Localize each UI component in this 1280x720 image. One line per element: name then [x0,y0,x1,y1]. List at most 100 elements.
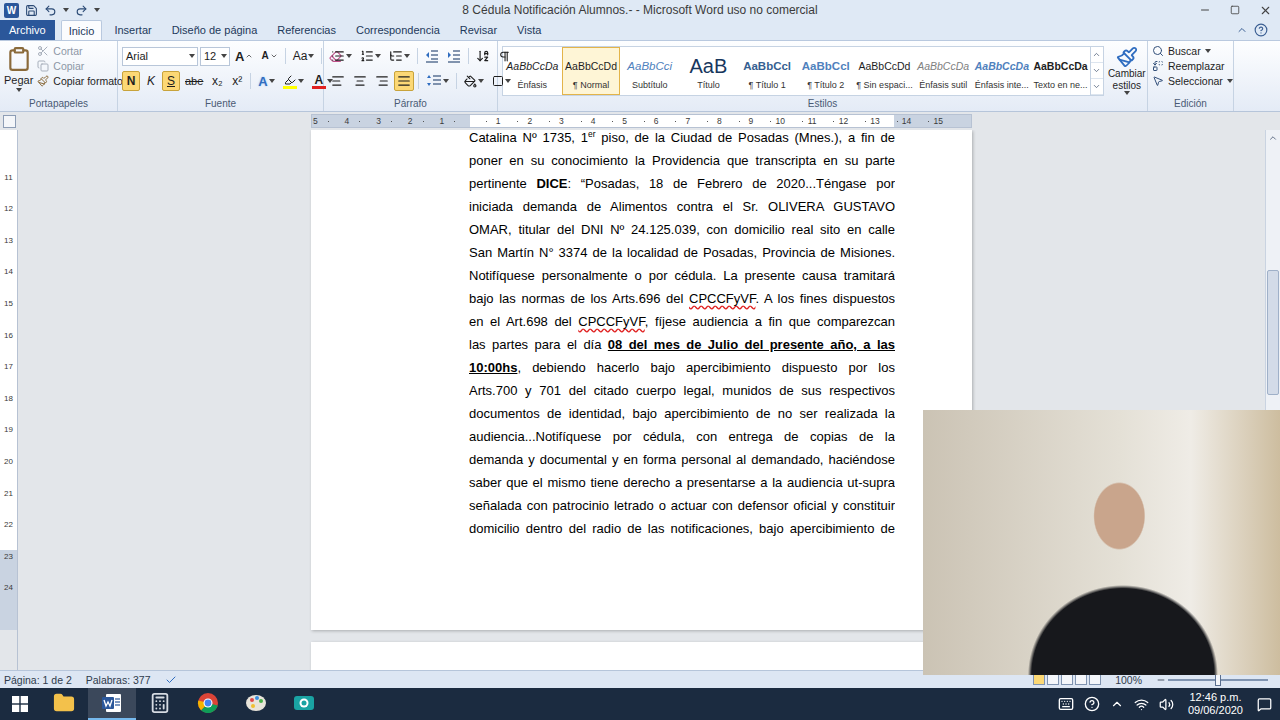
windows-start-icon[interactable] [12,696,28,712]
scroll-up-button[interactable] [1266,130,1280,145]
bullets-button[interactable] [328,46,355,66]
style-item[interactable]: AaBbCcDaÉnfasis [503,47,562,95]
dropdown-caret-icon[interactable] [221,54,227,58]
align-button[interactable] [394,71,414,91]
text-effects-button[interactable]: A [255,71,277,91]
style-item[interactable]: AaBbCcl¶ Título 2 [796,47,855,95]
align-right-icon[interactable] [375,74,389,88]
line-spacing-button[interactable] [423,71,452,91]
restore-icon[interactable] [1230,5,1240,15]
clipboard-item[interactable]: Copiar formato [37,75,122,87]
show-marks-button[interactable] [495,46,514,66]
taskbar-app[interactable] [40,688,88,720]
redo-icon[interactable] [75,4,88,17]
numbering-button[interactable] [357,46,384,66]
find-icon[interactable] [1152,45,1164,57]
dropdown-caret-icon[interactable] [189,54,195,58]
scroll-thumb[interactable] [1267,270,1279,395]
gallery-down-button[interactable] [1091,63,1103,79]
change-styles-icon[interactable] [1116,46,1138,68]
zoom-level[interactable]: 100% [1115,674,1142,686]
dropdown-caret-icon[interactable] [1205,49,1211,53]
file-tab[interactable]: Archivo [0,20,55,40]
change-case-button[interactable]: Aa [290,46,318,66]
more-icon[interactable] [1092,82,1101,91]
ribbon-tab[interactable]: Insertar [106,20,159,40]
dropdown-caret-icon[interactable] [478,79,484,83]
chevron-down-icon[interactable] [1092,66,1101,75]
reading-view[interactable] [1047,674,1059,685]
page-count[interactable]: Página: 1 de 2 [4,674,72,686]
line-spacing-icon[interactable] [426,74,442,88]
gallery-more-button[interactable] [1091,79,1103,95]
print-layout-view[interactable] [1033,674,1045,685]
dropdown-caret-icon[interactable] [269,79,275,83]
format-button[interactable]: x₂ [208,71,226,91]
tab-selector[interactable] [3,115,16,128]
style-item[interactable]: AaBbCcDaTexto en ne... [1031,47,1090,95]
decrease-indent-button[interactable] [422,46,442,66]
undo-icon[interactable] [44,4,57,17]
format-button[interactable]: S [162,71,180,91]
camera-app-icon[interactable] [293,692,315,714]
web-view[interactable] [1061,674,1073,685]
shading-icon[interactable] [464,75,477,88]
align-left-icon[interactable] [331,74,345,88]
paste-icon[interactable] [6,46,32,72]
style-item[interactable]: AaBbCcDaÉnfasis sutil [914,47,973,95]
notifications-icon[interactable] [1257,697,1272,712]
format-button[interactable]: abe [182,71,206,91]
numbering-icon[interactable] [360,49,374,63]
borders-icon[interactable] [492,75,504,87]
font-color-button[interactable]: A [309,71,336,91]
shading-button[interactable] [461,71,487,91]
style-item[interactable]: AaBbCcDaÉnfasis inte... [973,47,1032,95]
help-tray-icon[interactable] [1084,696,1100,712]
ribbon-tab[interactable]: Vista [509,20,549,40]
dropdown-caret-icon[interactable] [346,54,352,58]
network-icon[interactable] [1134,697,1149,712]
outline-view[interactable] [1075,674,1087,685]
dropdown-caret-icon[interactable] [308,54,314,58]
minimize-ribbon-icon[interactable] [1236,24,1248,36]
font-name-field[interactable]: Arial [122,47,198,66]
replace-icon[interactable] [1152,60,1164,72]
format-icon[interactable] [37,75,49,87]
align-button[interactable] [328,71,348,91]
customize-toolbar-icon[interactable] [94,8,100,12]
pilcrow-icon[interactable] [498,50,511,63]
dropdown-caret-icon[interactable] [298,79,304,83]
horizontal-ruler[interactable]: 54321123456789101112131415 [311,114,972,128]
ribbon-tab[interactable]: Revisar [452,20,505,40]
multilevel-list-icon[interactable] [389,49,403,63]
volume-icon[interactable] [1159,697,1174,712]
style-item[interactable]: AaBbCciSubtítulo [620,47,679,95]
increase-indent-icon[interactable] [447,49,461,63]
close-icon[interactable] [1259,4,1272,17]
bullets-icon[interactable] [331,49,345,63]
scroll-up-icon[interactable] [1268,133,1278,143]
calculator-icon[interactable] [149,692,171,714]
dropdown-caret-icon[interactable] [404,54,410,58]
chrome-icon[interactable] [197,692,219,714]
document-text[interactable]: Catalina Nº 1735, 1er piso, de la Ciudad… [469,130,895,540]
ribbon-tab[interactable]: Referencias [269,20,344,40]
taskbar-app[interactable] [88,688,136,720]
format-button[interactable]: N [122,71,140,91]
next-page[interactable] [311,642,972,670]
ribbon-tab[interactable]: Inicio [61,20,103,40]
paste-button[interactable]: Pegar [4,44,33,97]
align-center-icon[interactable] [353,74,367,88]
help-icon[interactable] [1254,23,1268,37]
dropdown-caret-icon[interactable] [1124,91,1130,95]
dropdown-caret-icon[interactable] [375,54,381,58]
highlight-button[interactable] [280,71,307,91]
decrease-indent-icon[interactable] [425,49,439,63]
style-item[interactable]: AaBbCcl¶ Título 1 [738,47,797,95]
taskbar-app[interactable] [280,688,328,720]
change-styles-button[interactable]: Cambiar estilos [1108,44,1146,97]
keyboard-icon[interactable] [1058,696,1074,712]
shrink-font-button[interactable]: A [258,46,280,66]
taskbar-app[interactable] [136,688,184,720]
font-size-field[interactable]: 12 [200,47,230,66]
